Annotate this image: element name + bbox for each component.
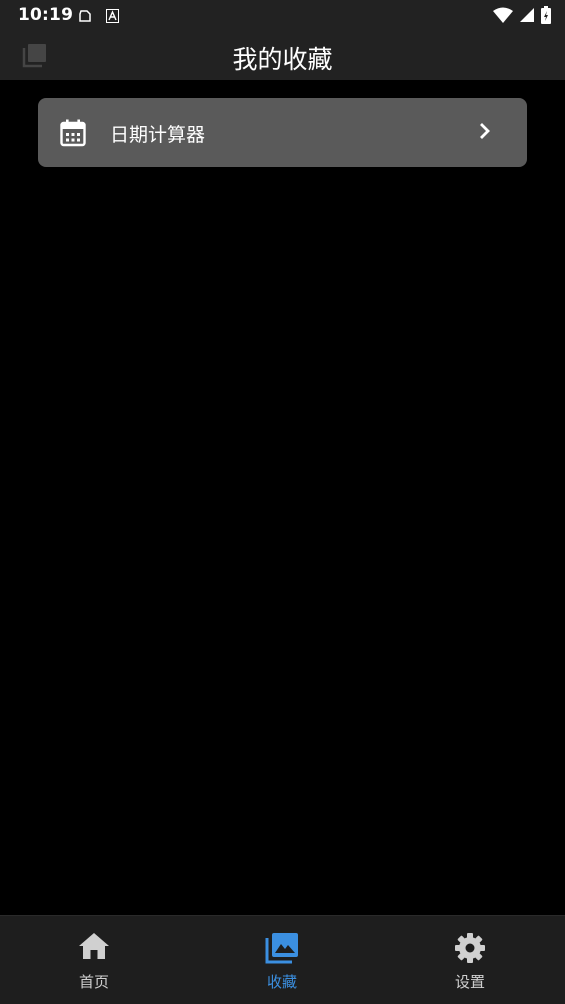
status-time: 10:19 <box>18 5 74 25</box>
favorite-item-label: 日期计算器 <box>110 124 206 146</box>
home-icon <box>78 932 110 964</box>
nav-label-settings: 设置 <box>454 973 485 991</box>
gear-icon <box>454 932 486 968</box>
calendar-icon <box>60 119 86 151</box>
nav-item-settings[interactable]: 设置 <box>376 916 564 1004</box>
page-title: 我的收藏 <box>232 45 333 74</box>
cast-icon <box>78 8 92 27</box>
app-bar: 我的收藏 <box>0 32 565 80</box>
photo-library-icon <box>265 932 299 968</box>
chevron-right-icon <box>479 122 491 144</box>
favorite-item-date-calculator[interactable]: 日期计算器 <box>38 98 527 167</box>
wifi-icon <box>493 7 513 27</box>
nav-label-favorites: 收藏 <box>266 973 297 991</box>
nav-item-favorites[interactable]: 收藏 <box>188 916 376 1004</box>
signal-icon <box>519 7 535 27</box>
nav-item-home[interactable]: 首页 <box>0 916 188 1004</box>
battery-icon <box>541 6 551 28</box>
bottom-navigation: 首页 收藏 设置 <box>0 915 565 1004</box>
status-icons <box>493 6 551 28</box>
status-bar: 10:19 <box>0 0 565 32</box>
keyboard-a-icon <box>106 8 119 27</box>
nav-label-home: 首页 <box>78 973 109 991</box>
